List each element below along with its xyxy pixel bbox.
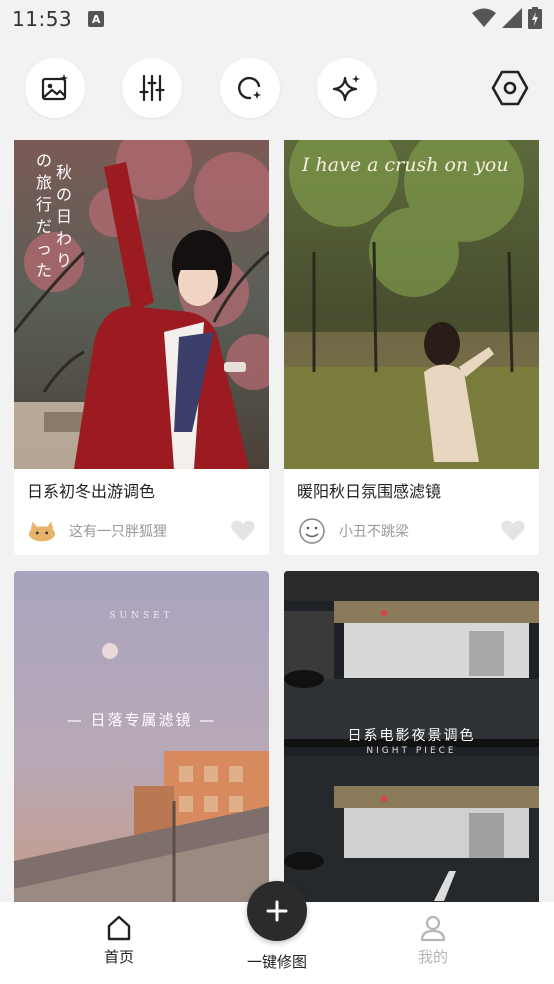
- sliders-icon: [139, 74, 165, 102]
- avatar[interactable]: [297, 518, 327, 544]
- user-icon: [420, 915, 446, 942]
- tool-bar: [0, 38, 554, 140]
- card-image: SUNSET — 日落专属滤镜 —: [14, 571, 269, 902]
- status-icons: [472, 7, 542, 29]
- quick-edit-button[interactable]: [247, 881, 307, 941]
- adjust-tool-button[interactable]: [122, 58, 182, 118]
- home-icon: [107, 915, 131, 941]
- vertical-title-1: の旅行だった: [36, 151, 53, 280]
- lasso-icon: [238, 76, 261, 100]
- magic-tool-button[interactable]: [317, 58, 377, 118]
- card-image: の旅行だった 秋の日わり: [14, 140, 269, 469]
- clown-avatar-icon: [299, 518, 325, 544]
- sparkle-icon: [332, 75, 360, 102]
- heart-icon[interactable]: [230, 519, 256, 543]
- overlay-title: 日系电影夜景调色: [347, 728, 476, 744]
- script-overlay: I have a crush on you: [302, 154, 509, 176]
- overlay-subtitle: NIGHT PIECE: [366, 746, 457, 756]
- card-meta: 这有一只胖狐狸: [14, 517, 269, 545]
- image-tool-button[interactable]: [25, 58, 85, 118]
- filter-card[interactable]: I have a crush on you 暖阳秋日氛围感滤镜 小丑不跳梁: [284, 140, 539, 555]
- heart-icon[interactable]: [500, 519, 526, 543]
- filter-feed: の旅行だった 秋の日わり 日系初冬出游调色 这有一只胖狐狸 I have a c…: [0, 140, 554, 902]
- nav-home[interactable]: 首页: [74, 914, 164, 967]
- signal-icon: [502, 8, 522, 28]
- lasso-tool-button[interactable]: [220, 58, 280, 118]
- nav-mine-label: 我的: [417, 948, 448, 966]
- image-icon: [41, 74, 68, 101]
- status-time: 11:53: [12, 7, 73, 31]
- filter-card[interactable]: の旅行だった 秋の日わり 日系初冬出游调色 这有一只胖狐狸: [14, 140, 269, 555]
- nav-mine[interactable]: 我的: [388, 914, 478, 967]
- filter-card[interactable]: 日系电影夜景调色 NIGHT PIECE: [284, 571, 539, 902]
- vertical-title-2: 秋の日わり: [56, 163, 73, 270]
- battery-icon: [528, 7, 542, 29]
- nav-home-label: 首页: [103, 948, 134, 966]
- settings-button[interactable]: [488, 66, 532, 110]
- status-bar: 11:53 A: [0, 0, 554, 38]
- plus-icon: [266, 900, 288, 922]
- overlay-title: — 日落专属滤镜 —: [66, 711, 217, 729]
- hexagon-settings-icon: [491, 70, 529, 106]
- wifi-icon: [472, 8, 496, 27]
- author-name[interactable]: 小丑不跳梁: [339, 521, 500, 541]
- card-image: 日系电影夜景调色 NIGHT PIECE: [284, 571, 539, 902]
- card-title: 暖阳秋日氛围感滤镜: [297, 482, 442, 501]
- filter-card[interactable]: SUNSET — 日落专属滤镜 —: [14, 571, 269, 902]
- card-photo: [284, 140, 539, 469]
- fox-avatar-icon: [28, 521, 56, 542]
- card-image: I have a crush on you: [284, 140, 539, 469]
- card-title: 日系初冬出游调色: [27, 482, 156, 501]
- sunset-label: SUNSET: [109, 611, 174, 621]
- quick-edit-label[interactable]: 一键修图: [232, 951, 322, 972]
- author-name[interactable]: 这有一只胖狐狸: [69, 521, 230, 541]
- notification-icon: A: [88, 11, 105, 27]
- card-meta: 小丑不跳梁: [284, 517, 539, 545]
- avatar[interactable]: [27, 518, 57, 544]
